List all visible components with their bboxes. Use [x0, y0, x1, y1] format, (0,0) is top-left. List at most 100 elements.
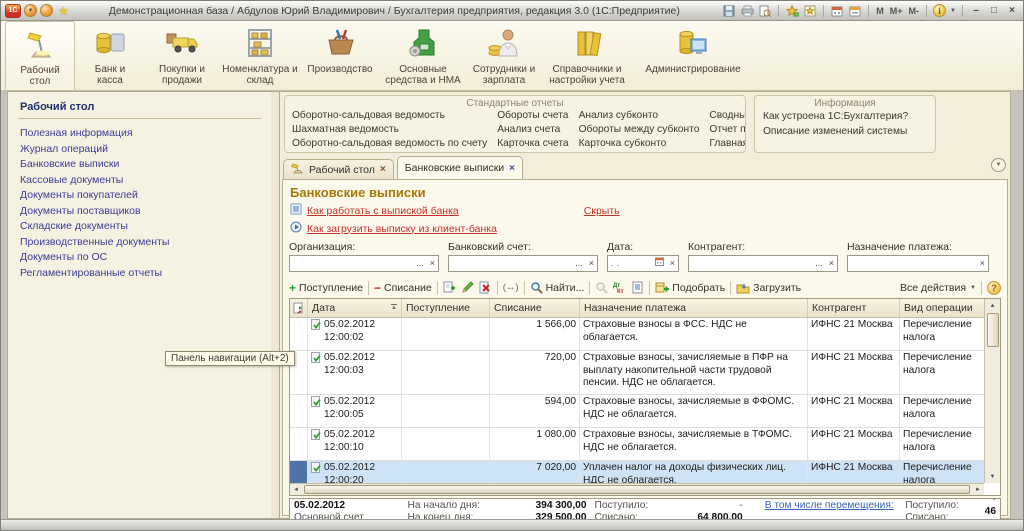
sidebar-item-operations-journal[interactable]: Журнал операций	[8, 142, 271, 158]
print-preview-icon[interactable]	[758, 4, 772, 17]
document-register-button[interactable]	[632, 281, 644, 294]
writeoff-button[interactable]: − Списание	[374, 281, 432, 295]
sidebar-item-os-documents[interactable]: Документы по ОС	[8, 250, 271, 266]
print-icon[interactable]	[740, 4, 754, 17]
ribbon-section-administration[interactable]: Администрирование	[633, 21, 753, 90]
organization-input[interactable]: ... ×	[289, 255, 439, 272]
clear-icon[interactable]: ×	[586, 256, 597, 271]
favorites-list-icon[interactable]	[803, 4, 817, 17]
tab-close-icon[interactable]: ×	[509, 163, 515, 174]
info-link-how-1c-works[interactable]: Как устроена 1С:Бухгалтерия?	[763, 111, 927, 123]
service-button[interactable]	[40, 4, 53, 17]
info-link-changes[interactable]: Описание изменений системы	[763, 126, 927, 138]
save-icon[interactable]	[722, 4, 736, 17]
sidebar-item-regulated-reports[interactable]: Регламентированные отчеты	[8, 266, 271, 282]
calendar-picker-icon[interactable]	[652, 256, 667, 271]
delete-button[interactable]	[479, 281, 492, 294]
restore-button[interactable]: □	[987, 5, 1001, 16]
close-button[interactable]: ×	[1005, 5, 1019, 16]
memory-m-plus-button[interactable]: M+	[889, 6, 904, 16]
column-header-date[interactable]: Дата ▲	[308, 299, 402, 317]
tab-bank-statements[interactable]: Банковские выписки ×	[397, 156, 523, 179]
choose-icon[interactable]: ...	[572, 256, 586, 271]
copy-button[interactable]	[443, 281, 456, 294]
set-period-button[interactable]: (↔)	[503, 282, 519, 293]
payment-purpose-input[interactable]: ×	[847, 255, 989, 272]
report-link[interactable]: Оборотно-сальдовая ведомость по счету	[292, 138, 487, 150]
table-row[interactable]: 05.02.201212:00:02 1 566,00 Страховые вз…	[290, 318, 984, 351]
header-settings-icon[interactable]	[290, 299, 308, 317]
table-row-selected[interactable]: 05.02.201212:00:20 7 020,00 Уплачен нало…	[290, 461, 984, 483]
favorites-star-icon[interactable]: ★	[58, 4, 69, 18]
scroll-down-icon[interactable]: ▼	[990, 470, 996, 483]
report-link[interactable]: Анализ субконто	[579, 110, 700, 122]
ribbon-section-bank[interactable]: Банк и касса	[75, 21, 145, 90]
table-row[interactable]: 05.02.201212:00:03 720,00 Страховые взно…	[290, 351, 984, 395]
calendar-icon[interactable]	[830, 4, 844, 17]
tab-list-button[interactable]: ▼	[991, 158, 1006, 172]
report-link[interactable]: Главная книга	[709, 138, 746, 150]
link-how-to-load[interactable]: Как загрузить выписку из клиент-банка	[307, 223, 497, 235]
sidebar-item-buyer-documents[interactable]: Документы покупателей	[8, 188, 271, 204]
tab-desktop[interactable]: Рабочий стол ×	[283, 159, 394, 179]
report-link[interactable]: Обороты между субконто	[579, 124, 700, 136]
choose-icon[interactable]: ...	[413, 256, 427, 271]
scroll-left-icon[interactable]: ◄	[290, 483, 302, 496]
memory-m-minus-button[interactable]: M-	[908, 6, 921, 16]
main-menu-button[interactable]: ▼	[24, 4, 37, 17]
vertical-scrollbar[interactable]: ▲ ▼	[984, 299, 1000, 483]
info-dropdown-icon[interactable]: ▼	[950, 8, 956, 14]
clear-icon[interactable]: ×	[427, 256, 438, 271]
panel-splitter[interactable]	[271, 91, 279, 519]
ribbon-section-inventory[interactable]: Номенклатура и склад	[219, 21, 301, 90]
help-button[interactable]: ?	[987, 281, 1001, 295]
column-header-writeoff[interactable]: Списание	[490, 299, 580, 317]
sidebar-item-production-documents[interactable]: Производственные документы	[8, 235, 271, 251]
minimize-button[interactable]: –	[969, 5, 983, 16]
date-input[interactable]: . . ×	[607, 255, 679, 272]
including-transfers-link[interactable]: В том числе перемещения:	[765, 500, 905, 512]
clear-icon[interactable]: ×	[826, 256, 837, 271]
find-button[interactable]: Найти...	[530, 281, 585, 294]
choose-icon[interactable]: ...	[812, 256, 826, 271]
report-link[interactable]: Сводные проводки	[709, 110, 746, 122]
load-button[interactable]: Загрузить	[736, 281, 801, 294]
report-link[interactable]: Обороты счета	[497, 110, 568, 122]
column-header-operation[interactable]: Вид операции	[900, 299, 984, 317]
vertical-scroll-thumb[interactable]	[987, 313, 999, 347]
memory-m-button[interactable]: M	[875, 6, 885, 16]
ribbon-section-staff[interactable]: Сотрудники и зарплата	[467, 21, 541, 90]
sort-dtkt-button[interactable]: ДтКт	[613, 281, 627, 294]
scroll-right-icon[interactable]: ►	[972, 483, 984, 496]
clear-icon[interactable]: ×	[977, 256, 988, 271]
column-header-purpose[interactable]: Назначение платежа	[580, 299, 808, 317]
link-how-to-work[interactable]: Как работать с выпиской банка	[307, 205, 459, 217]
ribbon-section-production[interactable]: Производство	[301, 21, 379, 90]
sidebar-item-supplier-documents[interactable]: Документы поставщиков	[8, 204, 271, 220]
counterparty-input[interactable]: ... ×	[688, 255, 838, 272]
ribbon-section-purchases[interactable]: Покупки и продажи	[145, 21, 219, 90]
horizontal-scrollbar[interactable]: ◄ ►	[290, 483, 984, 495]
report-link[interactable]: Карточка субконто	[579, 138, 700, 150]
tab-close-icon[interactable]: ×	[380, 164, 386, 175]
ribbon-section-references[interactable]: Справочники и настройки учета	[541, 21, 633, 90]
sidebar-item-cash-documents[interactable]: Кассовые документы	[8, 173, 271, 189]
1c-logo-icon[interactable]: 1С	[5, 4, 21, 18]
column-header-receipt[interactable]: Поступление	[402, 299, 490, 317]
sidebar-item-bank-statements[interactable]: Банковские выписки	[8, 157, 271, 173]
table-row[interactable]: 05.02.201212:00:10 1 080,00 Страховые вз…	[290, 428, 984, 461]
report-link[interactable]: Шахматная ведомость	[292, 124, 487, 136]
info-button[interactable]: i	[933, 4, 946, 17]
ribbon-section-desktop[interactable]: Рабочий стол	[5, 21, 75, 90]
all-actions-button[interactable]: Все действия ▼	[900, 282, 976, 294]
horizontal-scroll-thumb[interactable]	[304, 485, 970, 494]
sidebar-item-useful-info[interactable]: Полезная информация	[8, 126, 271, 142]
link-hide[interactable]: Скрыть	[584, 205, 620, 217]
column-header-counterparty[interactable]: Контрагент	[808, 299, 900, 317]
pick-button[interactable]: Подобрать	[655, 281, 725, 294]
table-row[interactable]: 05.02.201212:00:05 594,00 Страховые взно…	[290, 395, 984, 428]
scroll-up-icon[interactable]: ▲	[990, 299, 996, 312]
calculator-icon[interactable]	[848, 4, 862, 17]
ribbon-section-fixed-assets[interactable]: Основные средства и НМА	[379, 21, 467, 90]
edit-pencil-button[interactable]	[461, 281, 474, 294]
